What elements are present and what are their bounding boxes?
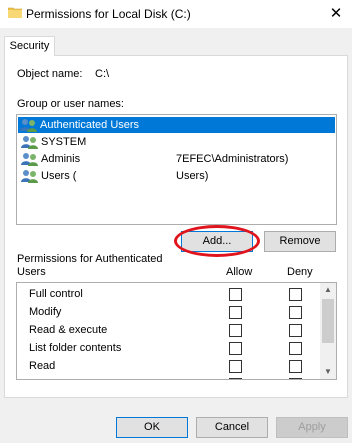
tab-security[interactable]: Security <box>4 36 55 56</box>
deny-checkbox[interactable] <box>289 324 302 337</box>
list-item[interactable]: Users ( Users) <box>19 168 334 184</box>
users-group-icon <box>21 135 39 149</box>
scrollbar-thumb[interactable] <box>322 299 334 343</box>
list-item[interactable]: Authenticated Users <box>18 117 335 133</box>
scroll-up-icon[interactable]: ▲ <box>320 283 336 297</box>
remove-button[interactable]: Remove <box>264 231 336 252</box>
list-item[interactable]: Adminis 7EFEC\Administrators) <box>19 151 334 167</box>
deny-checkbox[interactable] <box>289 360 302 373</box>
users-group-icon <box>21 152 39 166</box>
table-row: Read <box>17 358 317 376</box>
object-name-label: Object name: <box>17 68 83 80</box>
deny-header: Deny <box>287 266 313 278</box>
permissions-label-line2: Users <box>17 266 46 278</box>
ok-button[interactable]: OK <box>116 417 188 438</box>
allow-checkbox[interactable] <box>229 324 242 337</box>
table-row: Read & execute <box>17 322 317 340</box>
cancel-button[interactable]: Cancel <box>196 417 268 438</box>
deny-checkbox[interactable] <box>289 288 302 301</box>
table-row <box>17 376 317 379</box>
apply-button[interactable]: Apply <box>276 417 348 438</box>
permissions-label-line1: Permissions for Authenticated <box>17 253 163 265</box>
allow-checkbox[interactable] <box>229 378 242 379</box>
users-group-icon <box>21 169 39 183</box>
scrollbar[interactable]: ▲ ▼ <box>320 283 336 379</box>
deny-checkbox[interactable] <box>289 306 302 319</box>
allow-checkbox[interactable] <box>229 288 242 301</box>
allow-header: Allow <box>226 266 253 278</box>
table-row: List folder contents <box>17 340 317 358</box>
group-listbox[interactable]: Authenticated Users SYSTEM Adminis 7EFEC… <box>16 114 337 225</box>
table-row: Modify <box>17 304 317 322</box>
window-title: Permissions for Local Disk (C:) <box>26 7 191 21</box>
folder-icon <box>7 7 23 19</box>
close-button[interactable]: ✕ <box>326 4 346 24</box>
deny-checkbox[interactable] <box>289 342 302 355</box>
group-names-label: Group or user names: <box>17 98 124 110</box>
permissions-list: Full control Modify Read & execute List … <box>16 282 337 380</box>
scroll-down-icon[interactable]: ▼ <box>320 365 336 379</box>
list-item[interactable]: SYSTEM <box>19 134 334 150</box>
users-group-icon <box>20 118 38 132</box>
highlight-ellipse <box>174 225 260 257</box>
table-row: Full control <box>17 286 317 304</box>
allow-checkbox[interactable] <box>229 306 242 319</box>
allow-checkbox[interactable] <box>229 360 242 373</box>
allow-checkbox[interactable] <box>229 342 242 355</box>
deny-checkbox[interactable] <box>289 378 302 379</box>
object-name-value: C:\ <box>95 68 110 80</box>
